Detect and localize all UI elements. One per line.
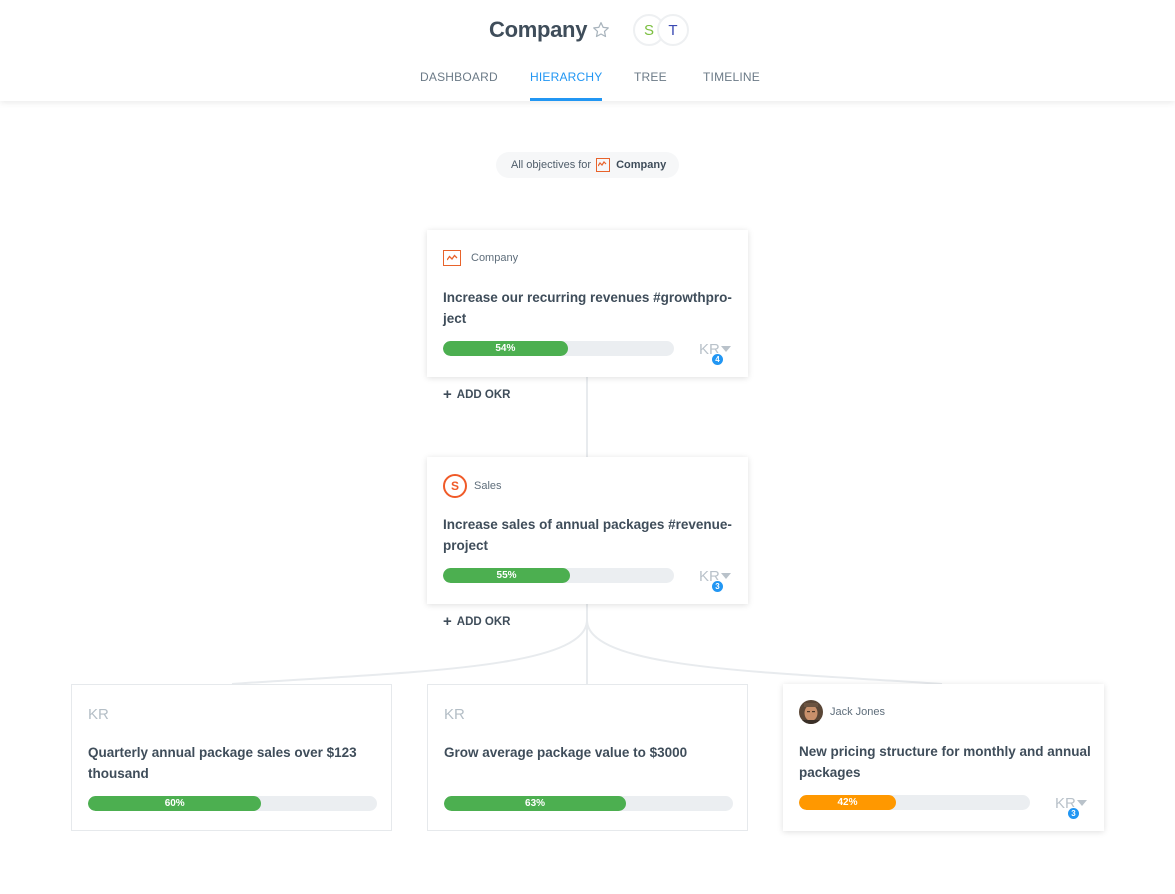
tab-dashboard[interactable]: DASHBOARD xyxy=(420,70,498,101)
progress-fill: 55% xyxy=(443,568,571,583)
key-result-title[interactable]: Grow average package value to $3000 xyxy=(444,742,687,763)
progress-label: 55% xyxy=(496,570,517,581)
add-okr-button[interactable]: + ADD OKR xyxy=(443,613,511,630)
objective-owner: Company xyxy=(443,250,518,266)
objective-title[interactable]: Increase our recurring revenues #growthp… xyxy=(443,287,732,329)
user-avatar xyxy=(799,700,823,724)
kr-count-badge: 3 xyxy=(711,580,724,593)
title-line: thousand xyxy=(88,766,149,781)
objective-title[interactable]: Increase sales of annual packages #reven… xyxy=(443,514,732,556)
title-line: Increase our recurring revenues #growthp… xyxy=(443,290,732,305)
avatar-initial: S xyxy=(643,21,654,39)
progress-bar: 63% xyxy=(444,796,733,811)
tab-tree[interactable]: TREE xyxy=(634,70,667,101)
plus-icon: + xyxy=(443,613,452,630)
progress-label: 63% xyxy=(525,798,546,809)
progress-fill: 60% xyxy=(88,796,262,811)
title-line: Quarterly annual package sales over $123 xyxy=(88,745,357,760)
objective-owner: Jack Jones xyxy=(799,700,885,724)
objective-title[interactable]: New pricing structure for monthly and an… xyxy=(799,741,1091,783)
tab-timeline[interactable]: TIMELINE xyxy=(703,70,760,101)
view-tabs: DASHBOARD HIERARCHY TREE TIMELINE xyxy=(0,60,1175,101)
title-row: Company xyxy=(489,17,611,43)
page-header: Company S T DASHBOARD HIERARCHY TREE TIM… xyxy=(0,0,1175,101)
progress-bar: 55% xyxy=(443,568,674,583)
title-line: Increase sales of annual packages #reven… xyxy=(443,517,732,532)
tab-hierarchy[interactable]: HIERARCHY xyxy=(530,70,603,101)
progress-fill: 63% xyxy=(444,796,627,811)
progress-bar: 54% xyxy=(443,341,674,356)
progress-label: 54% xyxy=(495,343,516,354)
progress-fill: 42% xyxy=(799,795,897,810)
add-okr-label: ADD OKR xyxy=(456,389,511,401)
key-result-card[interactable]: KR Grow average package value to $3000 6… xyxy=(427,684,748,831)
key-result-title[interactable]: Quarterly annual package sales over $123… xyxy=(88,742,357,784)
title-line: packages xyxy=(799,765,861,780)
kr-count-badge: 3 xyxy=(1067,807,1080,820)
caret-down-icon xyxy=(720,346,731,352)
key-result-card[interactable]: KR Quarterly annual package sales over $… xyxy=(71,684,392,831)
owner-name: Company xyxy=(471,252,519,264)
title-line: project xyxy=(443,538,489,553)
avatar-t[interactable]: T xyxy=(657,14,689,46)
progress-fill: 54% xyxy=(443,341,568,356)
owner-name: Jack Jones xyxy=(830,706,886,718)
progress-bar: 60% xyxy=(88,796,377,811)
objective-card[interactable]: S Sales Increase sales of annual package… xyxy=(427,457,748,604)
owner-name: Sales xyxy=(474,480,502,492)
kr-count-badge: 4 xyxy=(711,353,724,366)
title-line: Grow average package value to $3000 xyxy=(444,745,688,760)
add-okr-label: ADD OKR xyxy=(456,616,511,628)
caret-down-icon xyxy=(1076,800,1087,806)
objective-card[interactable]: Company Increase our recurring revenues … xyxy=(427,230,748,377)
sales-team-icon: S xyxy=(443,474,467,498)
progress-label: 42% xyxy=(837,797,858,808)
kr-type-label: KR xyxy=(444,706,465,723)
progress-bar: 42% xyxy=(799,795,1030,810)
caret-down-icon xyxy=(720,573,731,579)
company-chart-icon xyxy=(443,250,461,266)
add-okr-button[interactable]: + ADD OKR xyxy=(443,386,511,403)
objective-owner: S Sales xyxy=(443,474,502,498)
progress-label: 60% xyxy=(164,798,185,809)
connector-line xyxy=(586,619,943,685)
plus-icon: + xyxy=(443,386,452,403)
objective-card[interactable]: Jack Jones New pricing structure for mon… xyxy=(783,684,1104,831)
title-line: ject xyxy=(443,311,467,326)
connector-line xyxy=(231,619,588,685)
kr-type-label: KR xyxy=(88,706,109,723)
page-title: Company xyxy=(489,17,588,42)
title-line: New pricing structure for monthly and an… xyxy=(799,744,1091,759)
avatar-initial: T xyxy=(668,21,678,39)
member-avatars: S T xyxy=(633,14,689,46)
star-icon[interactable] xyxy=(591,20,611,40)
